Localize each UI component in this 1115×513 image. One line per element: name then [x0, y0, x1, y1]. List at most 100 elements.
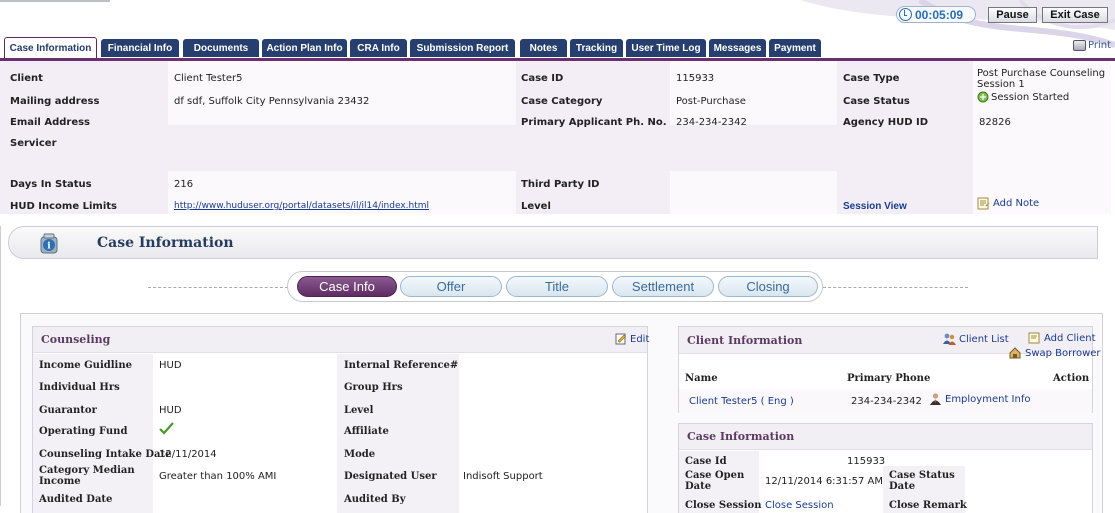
internal-reference-label: Internal Reference#: [344, 360, 459, 371]
case-id-label: Case Id: [685, 456, 727, 467]
case-details-panel: Case Information Case Id 115933 Case Ope…: [678, 423, 1093, 513]
add-note-label: Add Note: [993, 198, 1040, 209]
top-divider: [0, 0, 110, 2]
tab-cra-info[interactable]: CRA Info: [350, 39, 407, 57]
exit-case-button[interactable]: Exit Case: [1042, 7, 1108, 23]
case-open-date-value: 12/11/2014 6:31:57 AM: [765, 476, 884, 487]
edit-icon: [615, 333, 626, 345]
swap-borrower-label: Swap Borrower: [1025, 347, 1101, 359]
counseling-title: Counseling: [33, 327, 647, 353]
intake-date-value: 12/11/2014: [159, 449, 217, 460]
info-icon: i: [40, 233, 58, 254]
tab-payment[interactable]: Payment: [769, 39, 821, 57]
case-header: Client Client Tester5 Mailing address df…: [0, 58, 1115, 214]
case-type-line-2: Session 1: [977, 79, 1025, 90]
audited-date-label: Audited Date: [39, 494, 113, 505]
svg-text:i: i: [47, 242, 51, 252]
income-guideline-value: HUD: [159, 360, 182, 371]
step-closing[interactable]: Closing: [718, 276, 818, 297]
section-left-border: [0, 226, 9, 506]
client-list-link[interactable]: Client List: [943, 333, 1009, 345]
employment-info-label: Employment Info: [945, 393, 1031, 405]
group-hrs-label: Group Hrs: [344, 382, 403, 393]
tab-tracking[interactable]: Tracking: [570, 39, 623, 57]
designated-user-label: Designated User: [344, 471, 437, 482]
step-offer[interactable]: Offer: [400, 276, 502, 297]
case-id-value: 115933: [847, 456, 886, 467]
affiliate-label: Affiliate: [344, 426, 389, 437]
swap-borrower-icon: [1009, 347, 1021, 359]
add-client-label: Add Client: [1044, 332, 1096, 344]
level-label: Level: [521, 201, 551, 212]
median-label-line-2: Income: [39, 476, 81, 487]
tab-notes[interactable]: Notes: [520, 39, 567, 57]
mailing-label: Mailing address: [10, 96, 100, 107]
tab-action-plan-info[interactable]: Action Plan Info: [262, 39, 347, 57]
top-bar: 00:05:09 Pause Exit Case: [0, 0, 1115, 48]
mailing-value: df sdf, Suffolk City Pennsylvania 23432: [174, 96, 370, 107]
pause-button[interactable]: Pause: [988, 7, 1037, 23]
client-information-panel: Client Information Client List Add Clien…: [678, 326, 1101, 413]
note-icon: [977, 197, 990, 210]
case-category-label: Case Category: [521, 96, 603, 107]
add-client-link[interactable]: Add Client: [1028, 332, 1096, 344]
case-type-line-1: Post Purchase Counseling: [977, 68, 1106, 79]
step-settlement[interactable]: Settlement: [612, 276, 714, 297]
step-line-right: [823, 287, 968, 288]
action-column-header: Action: [1053, 373, 1090, 384]
counseling-panel: Counseling Edit Income Guidline HUD Inte…: [32, 326, 649, 513]
tab-financial-info[interactable]: Financial Info: [101, 39, 179, 57]
session-status-icon: [977, 91, 989, 103]
tab-documents[interactable]: Documents: [183, 39, 259, 57]
case-details-title: Case Information: [679, 424, 1092, 450]
phone-column-header: Primary Phone: [847, 373, 931, 384]
employment-info-link[interactable]: Employment Info: [929, 393, 1030, 405]
case-open-date-label: Case Open Date: [685, 470, 744, 492]
step-title[interactable]: Title: [506, 276, 608, 297]
print-link[interactable]: Print: [1073, 40, 1111, 51]
case-status-date-label: Case Status Date: [889, 470, 955, 492]
audited-by-label: Audited By: [344, 494, 406, 505]
session-view-link[interactable]: Session View: [843, 201, 907, 212]
client-list-label: Client List: [959, 333, 1009, 345]
name-column-header: Name: [685, 373, 718, 384]
open-label-line-1: Case Open: [685, 470, 745, 481]
case-status-label: Case Status: [843, 96, 910, 107]
open-label-line-2: Date: [685, 481, 712, 492]
guarantor-value: HUD: [159, 405, 182, 416]
edit-counseling-link[interactable]: Edit: [615, 333, 649, 345]
intake-date-label: Counseling Intake Date: [39, 449, 172, 460]
tab-messages[interactable]: Messages: [709, 39, 766, 57]
add-note-link[interactable]: Add Note: [977, 197, 1039, 210]
section-title: Case Information: [97, 235, 234, 251]
swap-borrower-link[interactable]: Swap Borrower: [1009, 347, 1101, 359]
hud-income-limits-label: HUD Income Limits: [10, 201, 117, 212]
agency-hud-id-value: 82826: [979, 117, 1011, 128]
email-label: Email Address: [10, 117, 91, 128]
days-in-status-label: Days In Status: [10, 179, 92, 190]
step-case-info[interactable]: Case Info: [297, 276, 397, 297]
tab-submission-report[interactable]: Submission Report: [410, 39, 515, 57]
designated-user-value: Indisoft Support: [463, 471, 543, 482]
case-id-value: 115933: [676, 73, 715, 84]
case-status-text: Session Started: [991, 91, 1070, 103]
tab-user-time-log[interactable]: User Time Log: [626, 39, 706, 57]
case-status-value: Session Started: [977, 91, 1069, 103]
level-label: Level: [344, 405, 374, 416]
close-session-link[interactable]: Close Session: [765, 499, 834, 512]
guarantor-label: Guarantor: [39, 405, 97, 416]
agency-hud-id-label: Agency HUD ID: [843, 117, 929, 128]
tab-case-information[interactable]: Case Information: [4, 37, 97, 58]
step-line-left: [148, 287, 288, 288]
mode-label: Mode: [344, 449, 376, 460]
primary-phone-value: 234-234-2342: [676, 117, 747, 128]
status-label-line-2: Date: [889, 481, 916, 492]
case-steps: Case Info Offer Title Settlement Closing: [287, 271, 823, 302]
check-icon: [159, 422, 174, 435]
hud-income-limits-link[interactable]: http://www.huduser.org/portal/datasets/i…: [174, 201, 429, 211]
category-median-income-value: Greater than 100% AMI: [159, 471, 277, 482]
client-phone-value: 234-234-2342: [851, 396, 922, 407]
servicer-label: Servicer: [10, 138, 57, 149]
client-name-link[interactable]: Client Tester5 ( Eng ): [689, 396, 794, 407]
median-label-line-1: Category Median: [39, 465, 135, 476]
